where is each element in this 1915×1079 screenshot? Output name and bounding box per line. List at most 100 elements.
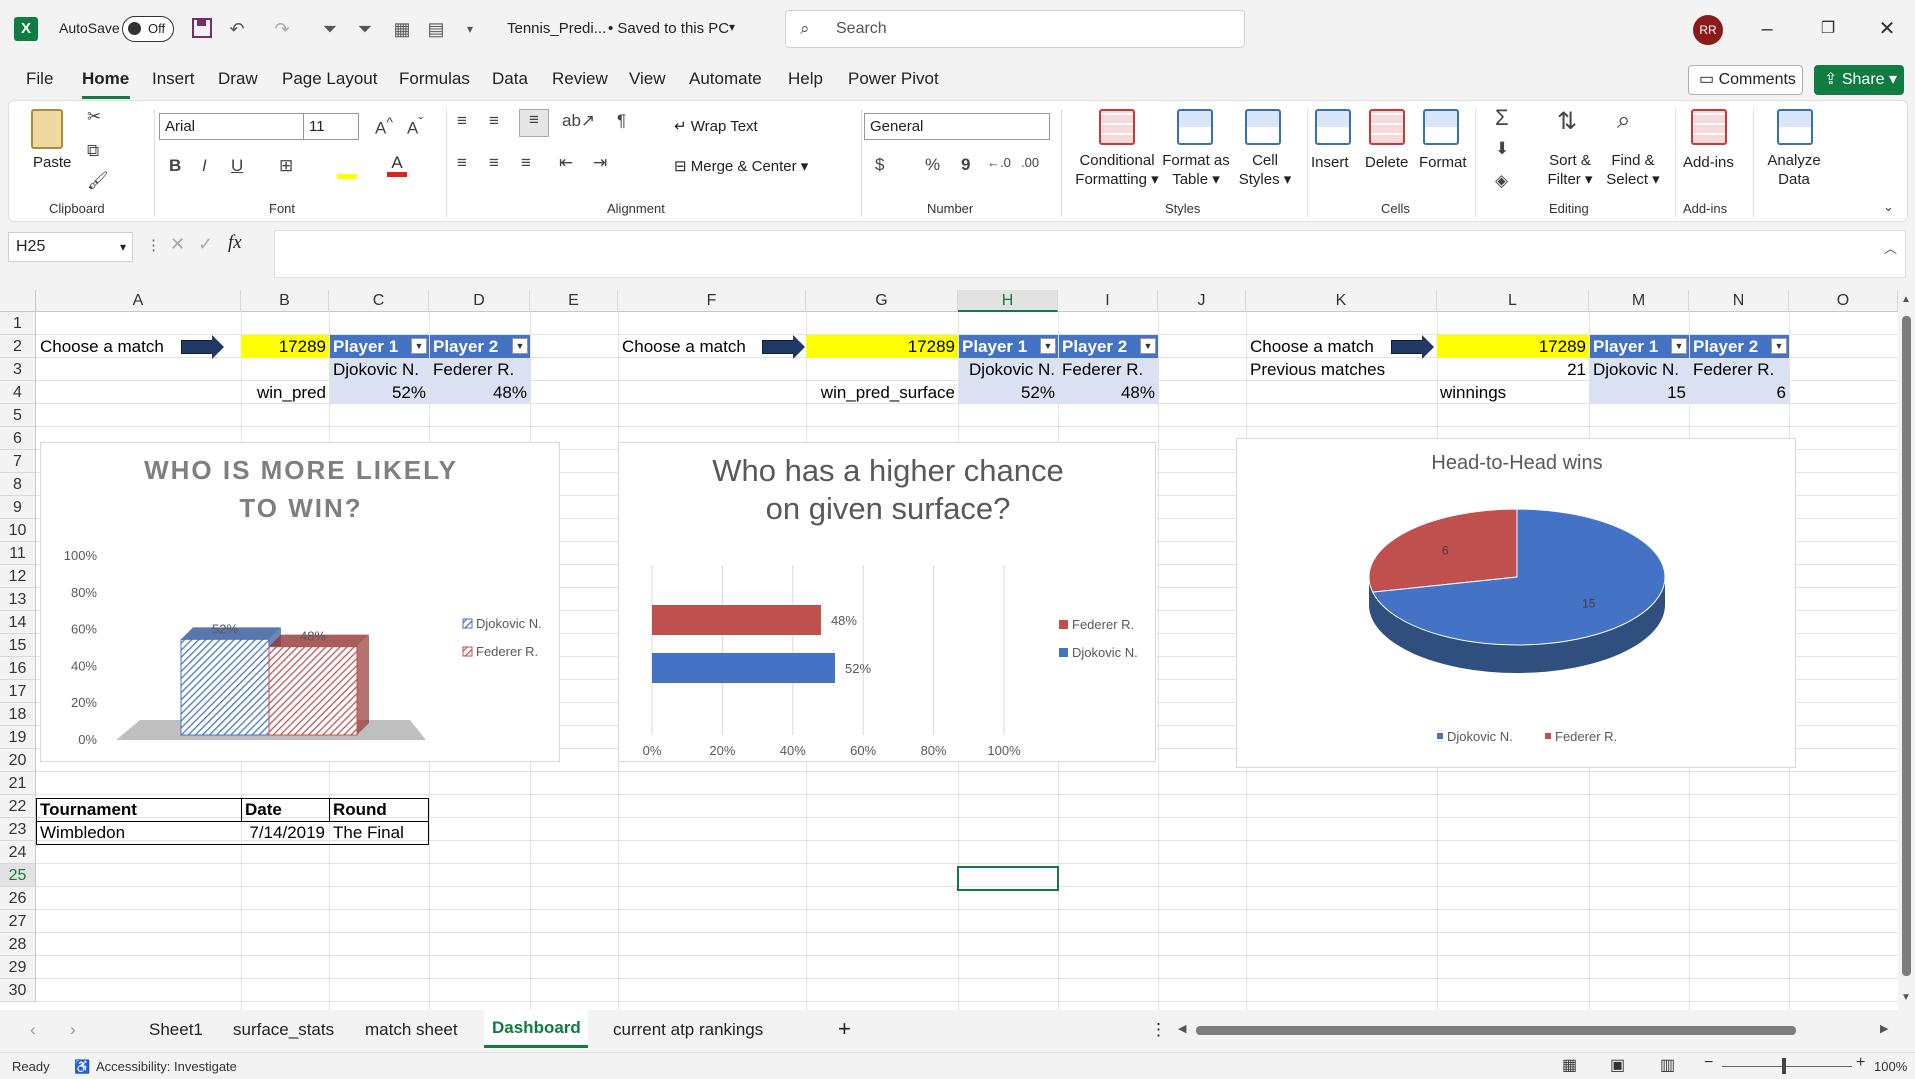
scroll-up-icon[interactable]: ▲ <box>1901 294 1911 305</box>
scroll-thumb[interactable] <box>1902 316 1911 976</box>
cell-i3[interactable]: Federer R. <box>1059 358 1158 381</box>
row-header-4[interactable]: 4 <box>0 381 36 404</box>
filter-dropdown-icon[interactable]: ▼ <box>411 338 427 354</box>
chart-head-to-head[interactable]: Head-to-Head wins 6 15 Djokovic N. Federer … <box>1236 438 1796 768</box>
chart-win-likelihood[interactable]: WHO IS MORE LIKELY TO WIN? 100% 80% 60% 40%… <box>40 442 560 762</box>
cell-h4[interactable]: 52% <box>959 381 1058 404</box>
format-as-table-icon[interactable] <box>1177 109 1213 145</box>
row-header-12[interactable]: 12 <box>0 565 36 588</box>
cell-m4[interactable]: 15 <box>1590 381 1689 404</box>
col-header-h[interactable]: H <box>958 290 1058 312</box>
undo-icon[interactable]: ↶ <box>225 17 249 41</box>
increase-indent-icon[interactable]: ⇥ <box>593 153 607 173</box>
format-painter-icon[interactable]: 🖌 <box>87 171 109 191</box>
cancel-icon[interactable]: ✕ <box>170 234 185 255</box>
row-header-10[interactable]: 10 <box>0 519 36 542</box>
clear-filter-icon[interactable]: ⏷ <box>353 17 377 41</box>
row-header-3[interactable]: 3 <box>0 358 36 381</box>
cell-b2[interactable]: 17289 <box>241 335 329 358</box>
row-header-24[interactable]: 24 <box>0 841 36 864</box>
cell-a23[interactable]: Wimbledon <box>37 821 237 844</box>
row-header-28[interactable]: 28 <box>0 933 36 956</box>
format-as-table-button[interactable]: Format as Table ▾ <box>1161 151 1231 189</box>
zoom-slider-thumb[interactable] <box>1782 1058 1786 1074</box>
copy-icon[interactable]: ⧉ <box>87 141 99 161</box>
align-right-icon[interactable]: ≡ <box>521 153 531 173</box>
decrease-indent-icon[interactable]: ⇤ <box>559 153 573 173</box>
conditional-formatting-button[interactable]: Conditional Formatting ▾ <box>1069 151 1165 189</box>
add-ins-icon[interactable] <box>1691 109 1727 145</box>
align-center-icon[interactable]: ≡ <box>489 153 499 173</box>
cell-h3[interactable]: Djokovic N. <box>959 358 1058 381</box>
analyze-data-icon[interactable] <box>1777 109 1813 145</box>
align-bottom-icon[interactable]: ≡ <box>519 109 549 137</box>
number-format-select[interactable]: General <box>864 113 1050 140</box>
row-header-8[interactable]: 8 <box>0 473 36 496</box>
tab-match-sheet[interactable]: match sheet <box>365 1020 458 1040</box>
insert-cells-button[interactable]: Insert <box>1311 153 1349 172</box>
cell-b4[interactable]: win_pred <box>241 381 329 404</box>
orientation-icon[interactable]: ab↗ <box>562 111 595 131</box>
paste-icon[interactable] <box>31 109 63 149</box>
merge-center-button[interactable]: ⊟ Merge & Center ▾ <box>674 157 808 176</box>
cell-m2[interactable]: Player 1 ▼ <box>1590 335 1689 358</box>
menu-data[interactable]: Data <box>492 69 528 89</box>
file-name[interactable]: Tennis_Predi... <box>507 20 606 37</box>
accessibility-status[interactable]: Accessibility: Investigate <box>96 1059 237 1074</box>
cut-icon[interactable]: ✂ <box>87 107 101 127</box>
minimize-icon[interactable]: – <box>1752 15 1782 43</box>
row-header-22[interactable]: 22 <box>0 795 36 818</box>
row-header-29[interactable]: 29 <box>0 956 36 979</box>
menu-view[interactable]: View <box>629 69 666 89</box>
row-header-7[interactable]: 7 <box>0 450 36 473</box>
scroll-left-icon[interactable]: ◀ <box>1178 1022 1186 1035</box>
filter-dropdown-icon[interactable]: ▼ <box>1671 338 1687 354</box>
cell-g2[interactable]: 17289 <box>806 335 958 358</box>
scroll-thumb[interactable] <box>1196 1026 1796 1035</box>
customize-qat-icon[interactable]: ▾ <box>458 17 482 41</box>
row-header-14[interactable]: 14 <box>0 611 36 634</box>
row-header-25[interactable]: 25 <box>0 864 36 887</box>
search-input[interactable]: ⌕ Search <box>785 10 1245 48</box>
zoom-slider[interactable] <box>1722 1066 1852 1067</box>
analyze-data-button[interactable]: Analyze Data <box>1761 151 1827 189</box>
align-top-icon[interactable]: ≡ <box>457 111 467 131</box>
avatar[interactable]: RR <box>1693 15 1723 45</box>
menu-page-layout[interactable]: Page Layout <box>282 69 377 89</box>
comments-button[interactable]: ▭ Comments <box>1688 65 1803 95</box>
cell-a22[interactable]: Tournament <box>37 798 237 821</box>
cell-b22[interactable]: Date <box>242 798 328 821</box>
format-cells-icon[interactable] <box>1423 109 1459 145</box>
row-header-5[interactable]: 5 <box>0 404 36 427</box>
col-header-b[interactable]: B <box>241 290 329 312</box>
col-header-d[interactable]: D <box>429 290 530 312</box>
menu-home[interactable]: Home <box>82 69 129 89</box>
cell-i2[interactable]: Player 2 ▼ <box>1059 335 1158 358</box>
tab-surface-stats[interactable]: surface_stats <box>233 1020 334 1040</box>
menu-insert[interactable]: Insert <box>152 69 195 89</box>
row-header-13[interactable]: 13 <box>0 588 36 611</box>
align-middle-icon[interactable]: ≡ <box>489 111 499 131</box>
menu-formulas[interactable]: Formulas <box>399 69 470 89</box>
menu-help[interactable]: Help <box>788 69 823 89</box>
menu-power-pivot[interactable]: Power Pivot <box>848 69 939 89</box>
restore-icon[interactable]: ❐ <box>1813 15 1843 43</box>
prev-sheet-icon[interactable]: ‹ <box>30 1020 36 1040</box>
col-header-l[interactable]: L <box>1437 290 1589 312</box>
page-layout-view-icon[interactable]: ▣ <box>1610 1055 1625 1075</box>
row-header-6[interactable]: 6 <box>0 427 36 450</box>
cell-styles-button[interactable]: Cell Styles ▾ <box>1237 151 1293 189</box>
add-sheet-icon[interactable]: + <box>838 1016 851 1042</box>
find-select-icon[interactable]: ⌕ <box>1617 107 1630 135</box>
select-all-corner[interactable] <box>0 290 36 312</box>
delete-cells-button[interactable]: Delete <box>1365 153 1408 172</box>
comma-button[interactable]: 9 <box>961 155 970 175</box>
row-header-9[interactable]: 9 <box>0 496 36 519</box>
col-header-j[interactable]: J <box>1158 290 1246 312</box>
cell-d3[interactable]: Federer R. <box>430 358 530 381</box>
cell-h2[interactable]: Player 1 ▼ <box>959 335 1058 358</box>
autosum-icon[interactable]: Σ <box>1495 105 1509 131</box>
format-cells-button[interactable]: Format <box>1419 153 1467 172</box>
conditional-formatting-icon[interactable] <box>1099 109 1135 145</box>
cell-n2[interactable]: Player 2 ▼ <box>1690 335 1789 358</box>
